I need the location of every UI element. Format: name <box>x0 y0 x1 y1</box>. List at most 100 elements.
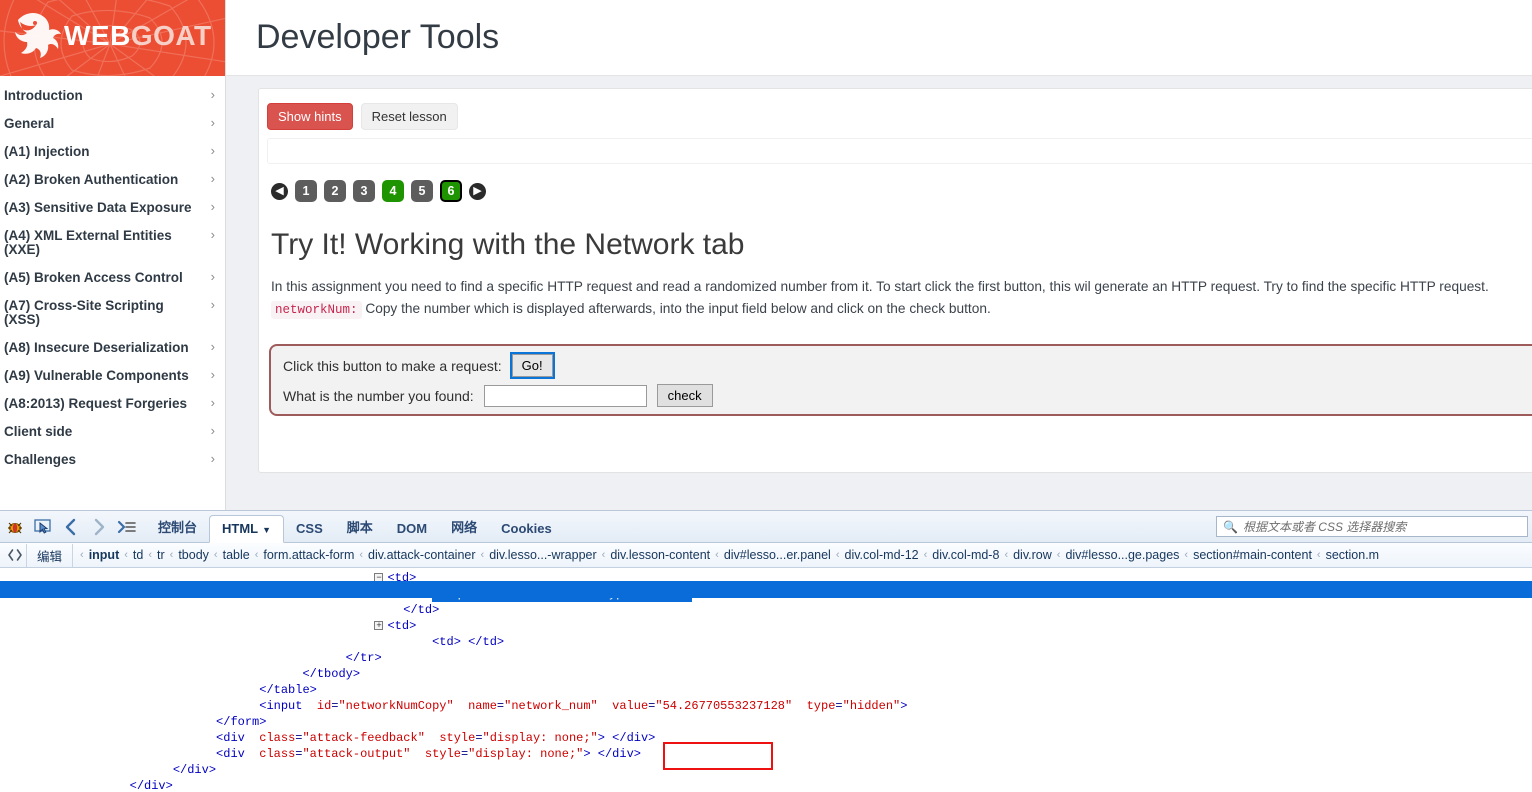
main-area: Developer Tools Show hints Reset lesson … <box>226 0 1532 510</box>
sidebar-item[interactable]: Challenges › <box>0 446 225 474</box>
breadcrumb-item[interactable]: div#lesso...ge.pages <box>1061 548 1183 562</box>
sidebar-item[interactable]: (A2) Broken Authentication › <box>0 166 225 194</box>
sidebar-item[interactable]: (A5) Broken Access Control › <box>0 264 225 292</box>
devtools-search-box[interactable]: 🔍 根据文本或者 CSS 选择器搜索 <box>1216 516 1528 537</box>
show-hints-button[interactable]: Show hints <box>267 103 353 130</box>
chevron-right-icon: › <box>210 199 215 214</box>
breadcrumb-item[interactable]: table <box>219 548 254 562</box>
breadcrumb-item[interactable]: div.attack-container <box>364 548 479 562</box>
sidebar-item[interactable]: Client side › <box>0 418 225 446</box>
code-line[interactable]: </tbody> <box>0 666 1532 682</box>
breadcrumb-item[interactable]: form.attack-form <box>259 548 358 562</box>
html-source-view[interactable]: −<td> <input name="number" type="text"> … <box>0 568 1532 792</box>
devtools-breadcrumb-bar: 编辑 ‹ input ‹ td ‹ tr ‹ tbody ‹ table ‹ form.attack-… <box>0 543 1532 568</box>
sidebar-item[interactable]: Introduction › <box>0 82 225 110</box>
pagination-page[interactable]: 2 <box>324 180 346 202</box>
breadcrumb-item[interactable]: div.row <box>1009 548 1056 562</box>
attack-form: Click this button to make a request: Go!… <box>269 344 1532 416</box>
pagination-page[interactable]: 1 <box>295 180 317 202</box>
breadcrumb-item[interactable]: div.col-md-8 <box>928 548 1003 562</box>
panel-menu-icon[interactable] <box>116 516 138 538</box>
code-line[interactable]: </form> <box>0 714 1532 730</box>
breadcrumb-item[interactable]: div.lesson-content <box>606 548 714 562</box>
sidebar-item[interactable]: (A4) XML External Entities (XXE) › <box>0 222 225 264</box>
pagination-page[interactable]: 6 <box>440 180 462 202</box>
chevron-right-icon: › <box>210 423 215 438</box>
sidebar-item-label: General <box>4 116 55 131</box>
devtools-tab-label: 网络 <box>451 520 478 535</box>
code-line[interactable]: <div class="attack-feedback" style="disp… <box>0 730 1532 746</box>
pagination-pages: 123456 <box>295 180 462 202</box>
sidebar-item-label: (A4) XML External Entities (XXE) <box>4 228 172 257</box>
devtools-toolbar: 控制台 HTML ▼ CSS 脚本 DOM 网络 Cookies 🔍 根据文本或者 CSS 选… <box>0 511 1532 543</box>
chevron-right-icon: › <box>210 451 215 466</box>
sidebar-item[interactable]: (A8:2013) Request Forgeries › <box>0 390 225 418</box>
pagination-prev-icon[interactable]: ◀ <box>271 182 288 200</box>
code-line[interactable]: + <td> <box>0 618 1532 634</box>
code-line[interactable]: </td> <box>0 602 1532 618</box>
chevron-right-icon: › <box>210 297 215 312</box>
devtools-tab[interactable]: 控制台 <box>146 512 209 542</box>
sidebar-item[interactable]: General › <box>0 110 225 138</box>
networknum-code-token: networkNum: <box>271 301 362 319</box>
firebug-devtools: 控制台 HTML ▼ CSS 脚本 DOM 网络 Cookies 🔍 根据文本或者 CSS 选… <box>0 510 1532 792</box>
number-input[interactable] <box>483 384 647 407</box>
chevron-right-icon: › <box>210 269 215 284</box>
chevron-down-icon[interactable]: ▼ <box>262 525 271 535</box>
request-label: Click this button to make a request: <box>283 357 502 374</box>
search-placeholder: 根据文本或者 CSS 选择器搜索 <box>1242 520 1407 534</box>
sidebar-item[interactable]: (A1) Injection › <box>0 138 225 166</box>
devtools-tab[interactable]: DOM <box>385 516 439 542</box>
devtools-tab[interactable]: Cookies <box>489 516 564 542</box>
sidebar-item[interactable]: (A3) Sensitive Data Exposure › <box>0 194 225 222</box>
check-button[interactable]: check <box>656 384 713 407</box>
expander-toggle-icon[interactable]: + <box>374 621 384 631</box>
breadcrumb-item[interactable]: div.lesso...-wrapper <box>485 548 600 562</box>
sidebar-item[interactable]: (A8) Insecure Deserialization › <box>0 334 225 362</box>
code-line[interactable]: <td> </td> <box>0 634 1532 650</box>
code-line[interactable]: </div> <box>0 762 1532 778</box>
firebug-bug-icon[interactable] <box>4 516 26 538</box>
devtools-tab-label: 控制台 <box>158 520 198 535</box>
breadcrumb-item[interactable]: section.m <box>1322 548 1384 562</box>
devtools-tab[interactable]: 脚本 <box>335 512 385 542</box>
brand-header[interactable]: WEBGOAT <box>0 0 225 76</box>
breadcrumb-item[interactable]: section#main-content <box>1189 548 1316 562</box>
sidebar: WEBGOAT Introduction › General › (A1) Inject… <box>0 0 226 510</box>
breadcrumb-item[interactable]: div.col-md-12 <box>841 548 923 562</box>
nav-forward-icon[interactable] <box>88 516 110 538</box>
code-line[interactable]: </table> <box>0 682 1532 698</box>
devtools-tab[interactable]: 网络 <box>439 512 489 542</box>
pagination-page[interactable]: 3 <box>353 180 375 202</box>
sidebar-item[interactable]: (A9) Vulnerable Components › <box>0 362 225 390</box>
pagination-page[interactable]: 5 <box>411 180 433 202</box>
code-line[interactable]: <input id="networkNumCopy" name="network… <box>0 698 1532 714</box>
breadcrumb-item[interactable]: tbody <box>174 548 213 562</box>
html-source-icon[interactable] <box>4 547 26 563</box>
answer-row: What is the number you found: check <box>283 384 1532 407</box>
devtools-tab[interactable]: CSS <box>284 516 335 542</box>
reset-lesson-button[interactable]: Reset lesson <box>360 103 458 130</box>
code-line[interactable]: </tr> <box>0 650 1532 666</box>
code-line[interactable]: </div> <box>0 778 1532 792</box>
sidebar-item-label: (A7) Cross-Site Scripting (XSS) <box>4 298 164 327</box>
go-button[interactable]: Go! <box>509 352 555 379</box>
chevron-right-icon: › <box>210 171 215 186</box>
nav-back-icon[interactable] <box>60 516 82 538</box>
devtools-tab[interactable]: HTML ▼ <box>209 515 285 543</box>
request-row: Click this button to make a request: Go! <box>283 352 1532 379</box>
sidebar-item-label: Client side <box>4 424 73 439</box>
inspect-element-icon[interactable] <box>32 516 54 538</box>
code-line[interactable]: <div class="attack-output" style="displa… <box>0 746 1532 762</box>
sidebar-item-label: (A9) Vulnerable Components <box>4 368 189 383</box>
breadcrumb-item[interactable]: div#lesso...er.panel <box>720 548 835 562</box>
breadcrumb-item[interactable]: td <box>129 548 147 562</box>
sidebar-item[interactable]: (A7) Cross-Site Scripting (XSS) › <box>0 292 225 334</box>
pagination-next-icon[interactable]: ▶ <box>469 182 486 200</box>
breadcrumb-item[interactable]: tr <box>153 548 169 562</box>
breadcrumb-item[interactable]: input <box>85 548 124 562</box>
chevron-right-icon: › <box>210 143 215 158</box>
edit-button[interactable]: 编辑 <box>26 543 74 567</box>
hint-toolbar: Show hints Reset lesson <box>259 89 1532 130</box>
pagination-page[interactable]: 4 <box>382 180 404 202</box>
